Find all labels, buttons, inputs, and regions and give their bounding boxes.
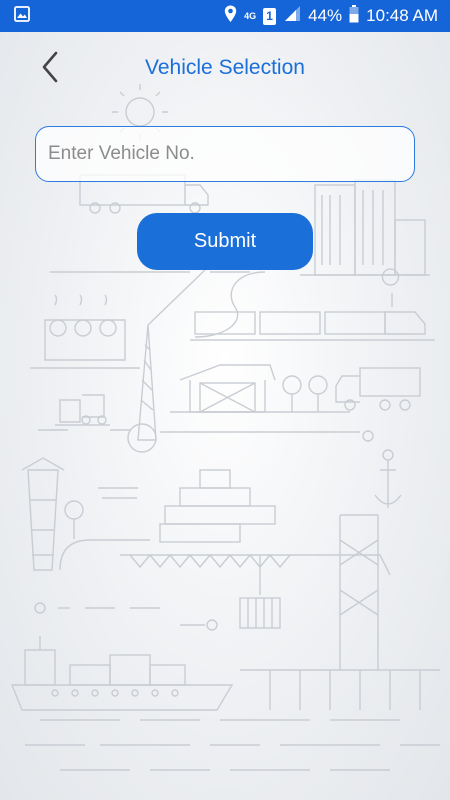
clock: 10:48 AM bbox=[366, 6, 438, 25]
battery-icon bbox=[349, 4, 359, 28]
submit-button[interactable]: Submit bbox=[137, 213, 313, 270]
signal-icon bbox=[283, 5, 301, 27]
vehicle-number-input[interactable] bbox=[35, 126, 415, 182]
logistics-illustration bbox=[10, 84, 440, 771]
app-header: Vehicle Selection bbox=[0, 32, 450, 102]
image-icon bbox=[14, 5, 30, 27]
location-icon bbox=[224, 5, 237, 28]
battery-percent: 44% bbox=[308, 6, 343, 25]
page-title: Vehicle Selection bbox=[145, 56, 305, 79]
sim-indicator: 1 bbox=[263, 7, 277, 25]
network-type-label: 4G bbox=[244, 10, 257, 21]
status-bar: 4G 1 44% 10:48 AM bbox=[0, 0, 450, 32]
